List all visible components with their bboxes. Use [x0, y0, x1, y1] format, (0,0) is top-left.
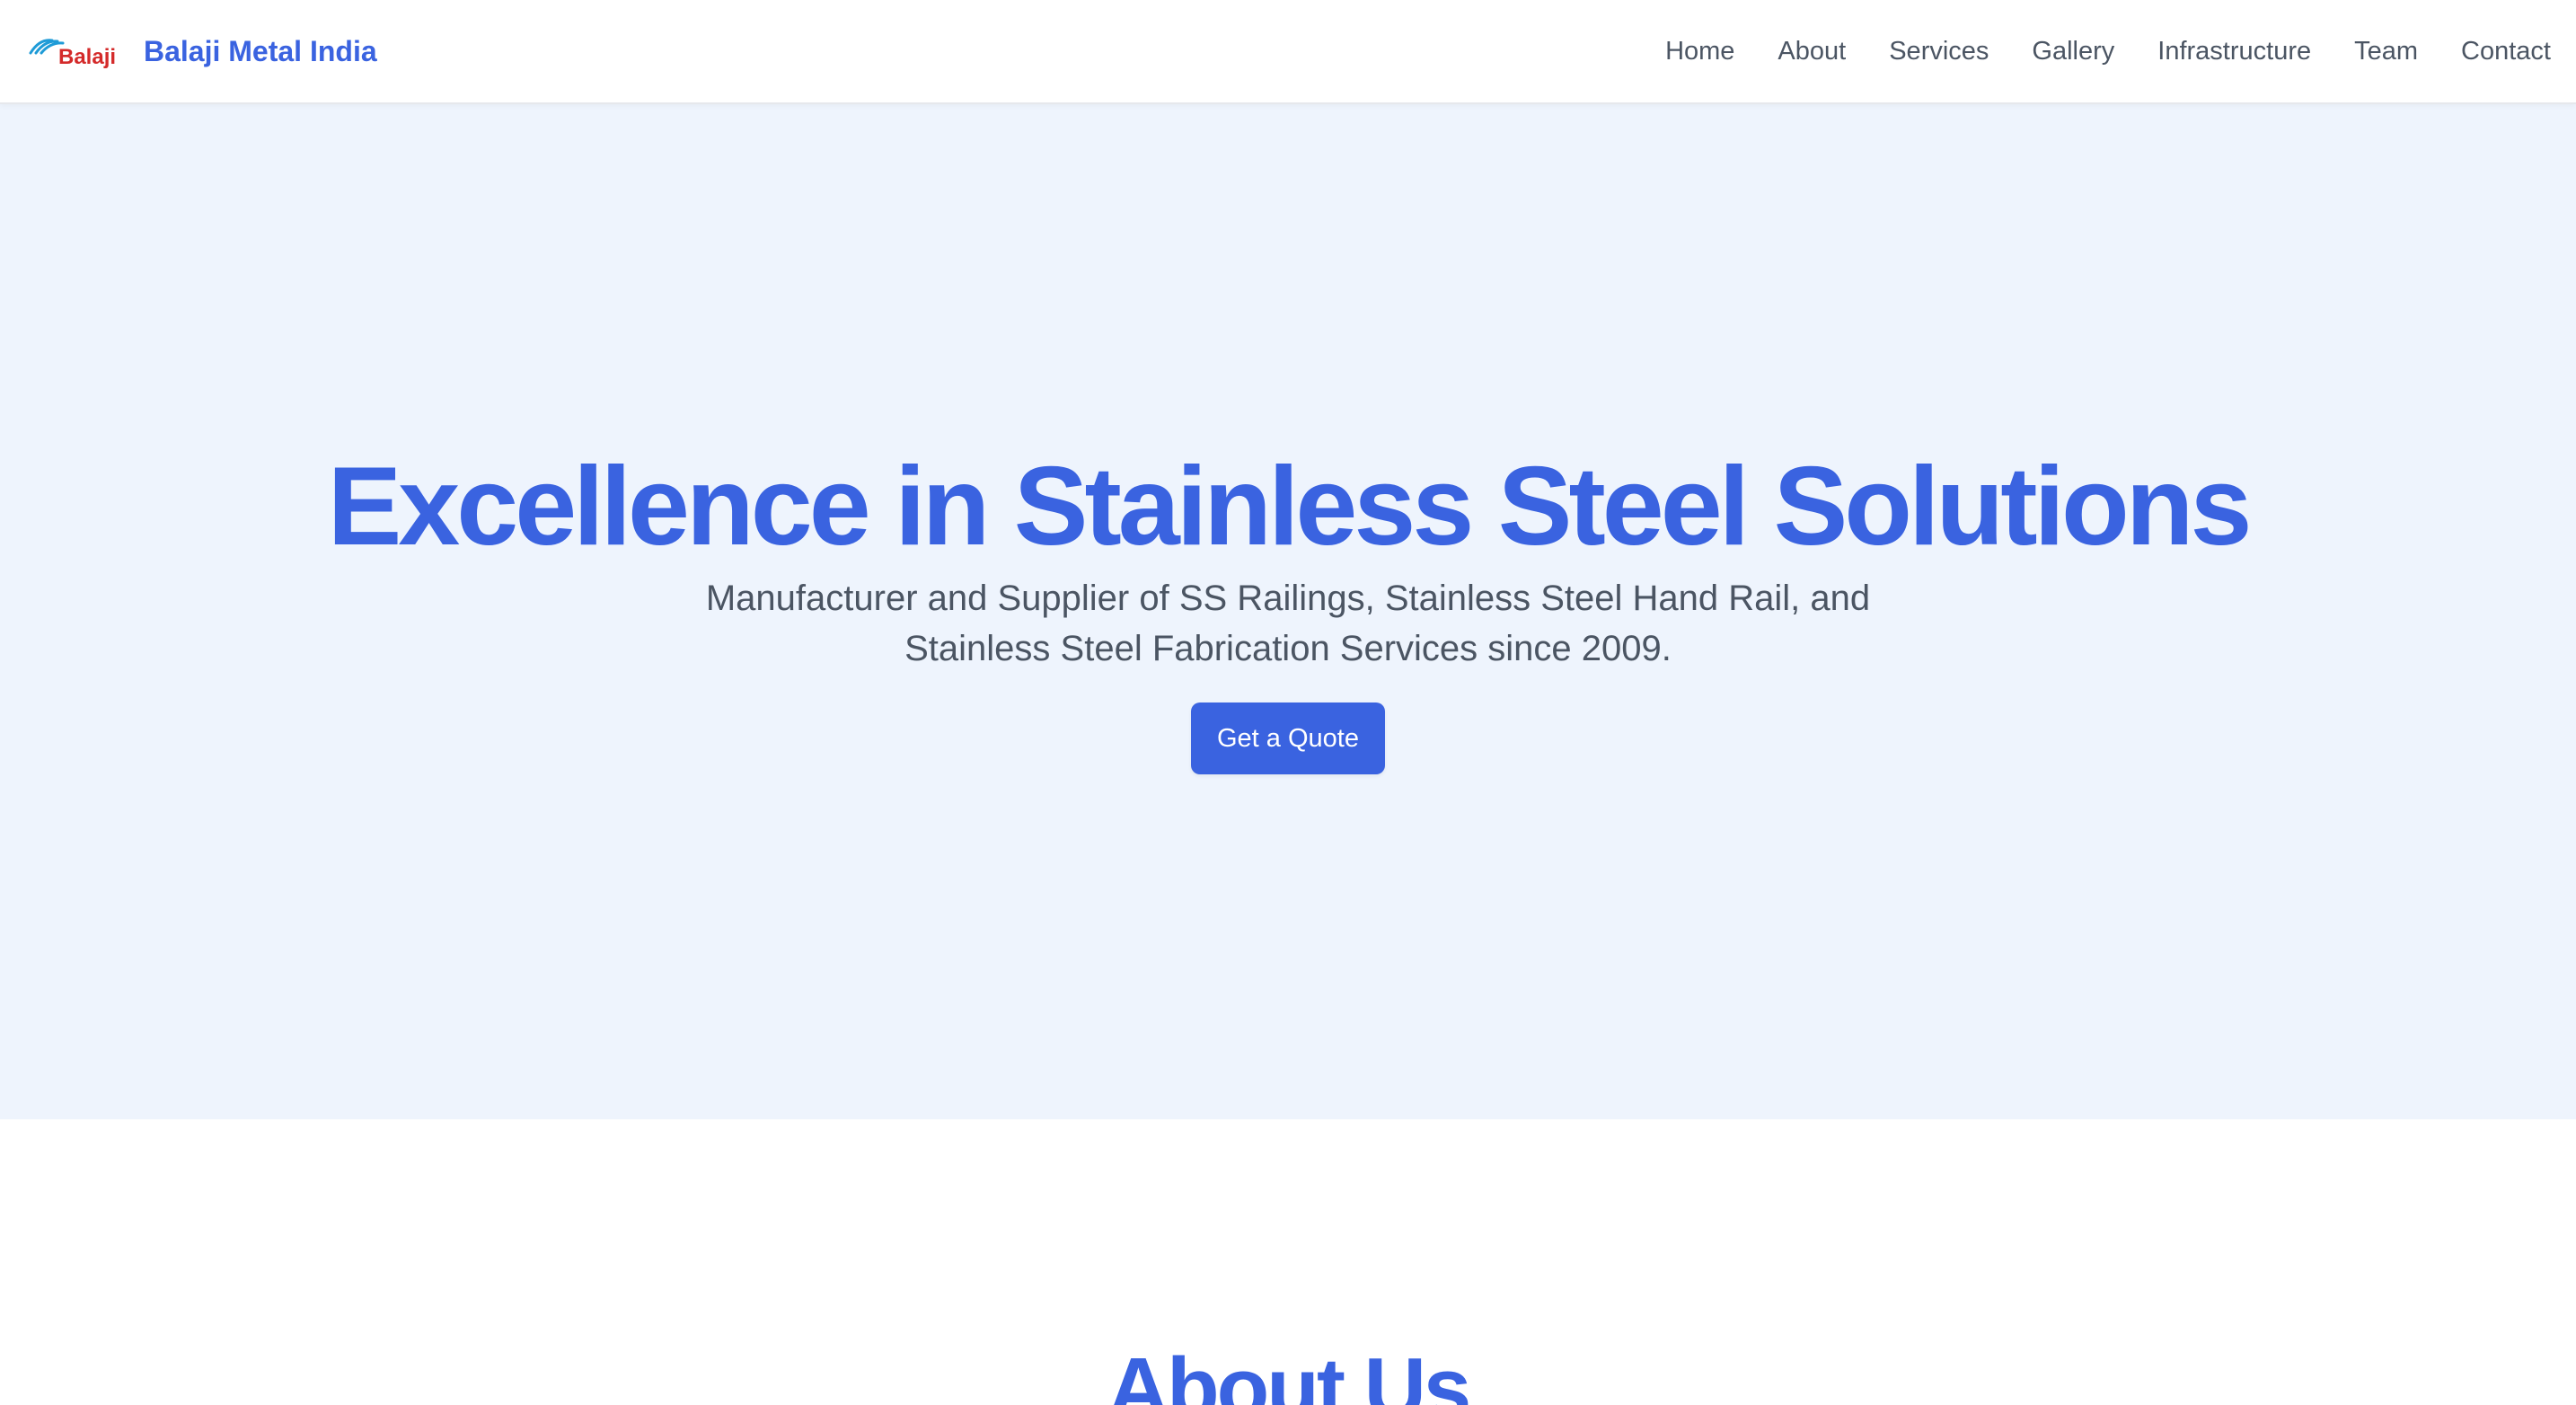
nav-link-infrastructure[interactable]: Infrastructure	[2157, 37, 2311, 66]
about-title: About Us	[1107, 1340, 1472, 1405]
balaji-logo-icon: Balaji	[29, 39, 116, 69]
nav-link-gallery[interactable]: Gallery	[2032, 37, 2114, 66]
about-section: About Us	[0, 1119, 2576, 1405]
nav-link-about[interactable]: About	[1778, 37, 1846, 66]
nav-link-team[interactable]: Team	[2354, 37, 2418, 66]
nav-menu: Home About Services Gallery Infrastructu…	[1622, 37, 2551, 66]
nav-link-home[interactable]: Home	[1665, 37, 1734, 66]
page: Balaji Balaji Metal India Home About Ser…	[0, 0, 2576, 1405]
hero-title: Excellence in Stainless Steel Solutions	[327, 445, 2253, 569]
brand-name: Balaji Metal India	[144, 34, 377, 67]
brand-link[interactable]: Balaji Balaji Metal India	[29, 33, 377, 69]
hero-subtitle: Manufacturer and Supplier of SS Railings…	[705, 579, 1871, 668]
navbar: Balaji Balaji Metal India Home About Ser…	[0, 0, 2576, 104]
get-a-quote-button[interactable]: Get a Quote	[1191, 702, 1385, 774]
logo-text: Balaji	[58, 45, 116, 69]
nav-link-contact[interactable]: Contact	[2461, 37, 2551, 66]
hero-section: Excellence in Stainless Steel Solutions …	[0, 104, 2576, 1119]
nav-link-services[interactable]: Services	[1889, 37, 1989, 66]
